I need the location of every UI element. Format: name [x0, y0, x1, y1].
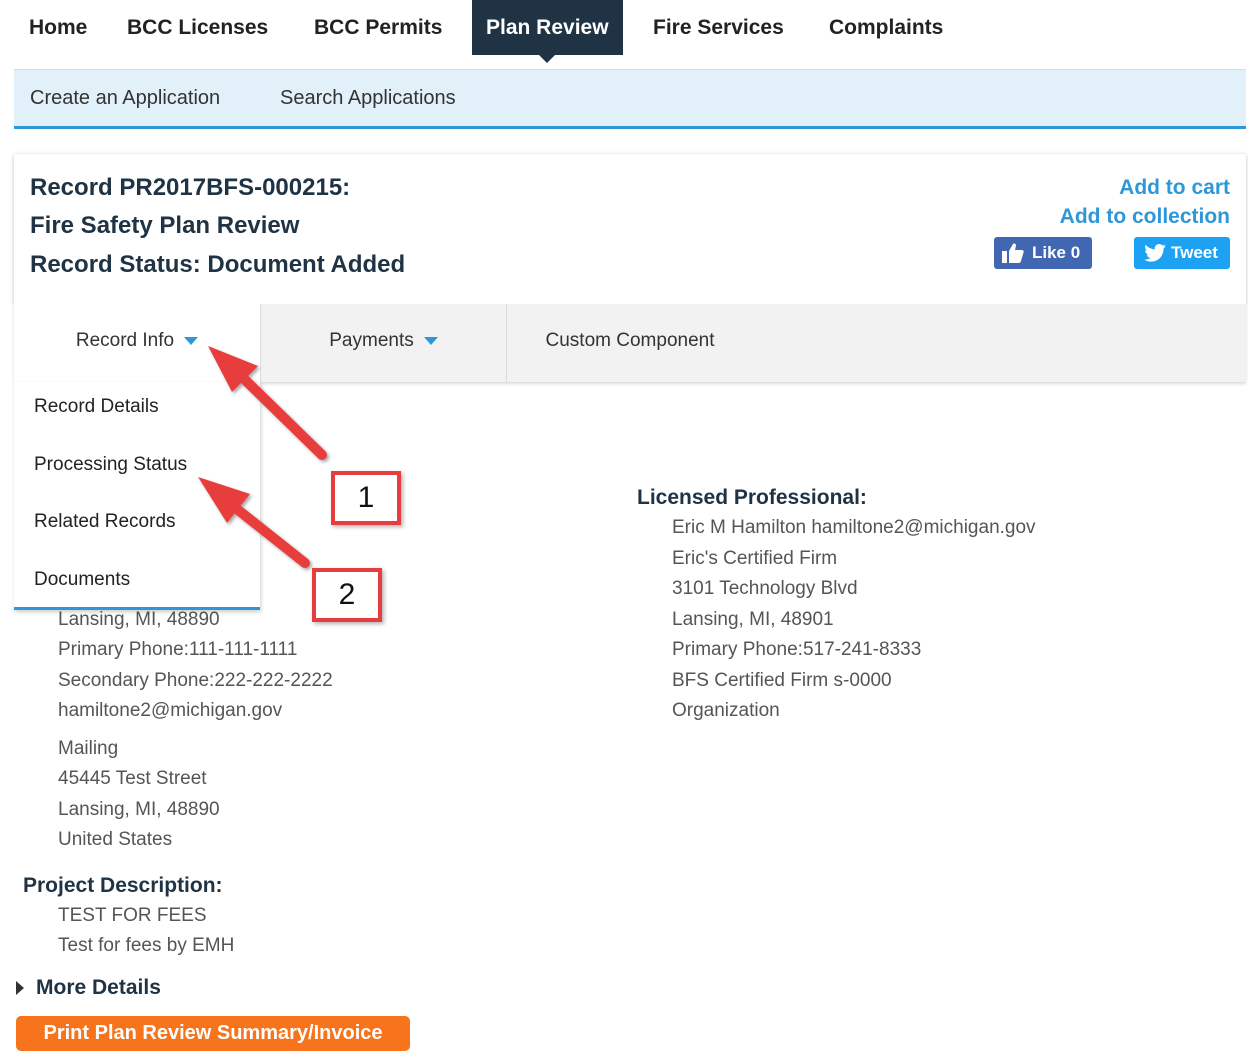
- top-nav: Home BCC Licenses BCC Permits Plan Revie…: [14, 0, 1246, 63]
- more-details-toggle[interactable]: More Details: [16, 976, 161, 1000]
- licensed-line: Organization: [672, 700, 780, 721]
- applicant-primary-phone: Primary Phone:111-111-1111: [58, 639, 298, 660]
- tab-payments-label: Payments: [329, 330, 414, 351]
- record-info-dropdown: Record Details Processing Status Related…: [14, 382, 260, 610]
- mailing-city: Lansing, MI, 48890: [58, 799, 220, 820]
- project-description-line: Test for fees by EMH: [58, 935, 235, 956]
- add-to-collection-link[interactable]: Add to collection: [1060, 205, 1230, 229]
- menu-processing-status[interactable]: Processing Status: [34, 454, 187, 476]
- applicant-secondary-phone: Secondary Phone:222-222-2222: [58, 670, 333, 691]
- annotation-marker-1: 1: [331, 471, 401, 525]
- tweet-button[interactable]: Tweet: [1134, 237, 1230, 269]
- record-tabs: Record Info Payments Custom Component: [14, 304, 1246, 382]
- create-application-link[interactable]: Create an Application: [30, 70, 220, 127]
- tab-payments[interactable]: Payments: [261, 304, 506, 382]
- annotation-marker-2: 2: [312, 568, 382, 622]
- thumbs-up-icon: [1002, 243, 1024, 263]
- menu-record-details[interactable]: Record Details: [34, 396, 159, 418]
- nav-plan-review[interactable]: Plan Review: [472, 0, 623, 63]
- caret-right-icon: [16, 981, 24, 996]
- chevron-down-icon: [184, 336, 199, 345]
- project-description-heading: Project Description:: [23, 874, 223, 897]
- tab-record-info-label: Record Info: [75, 330, 175, 351]
- more-details-label: More Details: [36, 976, 161, 999]
- nav-bcc-licenses[interactable]: BCC Licenses: [127, 0, 268, 56]
- applicant-email: hamiltone2@michigan.gov: [58, 700, 283, 721]
- nav-home[interactable]: Home: [29, 0, 87, 56]
- licensed-line: BFS Certified Firm s-0000: [672, 670, 892, 691]
- sub-nav: Create an Application Search Application…: [14, 69, 1246, 129]
- nav-complaints[interactable]: Complaints: [829, 0, 943, 56]
- licensed-professional-heading: Licensed Professional:: [637, 486, 867, 509]
- record-number: Record PR2017BFS-000215:: [30, 174, 351, 201]
- mailing-street: 45445 Test Street: [58, 768, 207, 789]
- twitter-bird-icon: [1144, 244, 1166, 262]
- project-description-line: TEST FOR FEES: [58, 905, 207, 926]
- mailing-label: Mailing: [58, 738, 119, 759]
- search-applications-link[interactable]: Search Applications: [280, 70, 456, 127]
- chevron-down-icon: [423, 336, 438, 345]
- applicant-city: Lansing, MI, 48890: [58, 609, 220, 630]
- tab-custom-component-label: Custom Component: [545, 330, 715, 351]
- like-count: Like 0: [1032, 243, 1081, 262]
- add-to-cart-link[interactable]: Add to cart: [1119, 176, 1230, 200]
- record-status: Record Status: Document Added: [30, 251, 406, 278]
- print-summary-button[interactable]: Print Plan Review Summary/Invoice: [16, 1016, 410, 1051]
- licensed-line: Eric's Certified Firm: [672, 548, 838, 569]
- nav-bcc-permits[interactable]: BCC Permits: [314, 0, 442, 56]
- licensed-line: Lansing, MI, 48901: [672, 609, 834, 630]
- licensed-line: Eric M Hamilton hamiltone2@michigan.gov: [672, 517, 1036, 538]
- licensed-line: Primary Phone:517-241-8333: [672, 639, 922, 660]
- tweet-label: Tweet: [1171, 243, 1218, 262]
- record-header: Record PR2017BFS-000215: Fire Safety Pla…: [14, 154, 1246, 304]
- nav-fire-services[interactable]: Fire Services: [653, 0, 784, 56]
- licensed-line: 3101 Technology Blvd: [672, 578, 858, 599]
- facebook-like-button[interactable]: Like 0: [994, 237, 1092, 269]
- mailing-country: United States: [58, 829, 173, 850]
- menu-documents[interactable]: Documents: [34, 569, 130, 591]
- record-type: Fire Safety Plan Review: [30, 212, 300, 239]
- tab-custom-component[interactable]: Custom Component: [507, 304, 753, 382]
- menu-related-records[interactable]: Related Records: [34, 511, 176, 533]
- tab-record-info[interactable]: Record Info: [14, 304, 260, 382]
